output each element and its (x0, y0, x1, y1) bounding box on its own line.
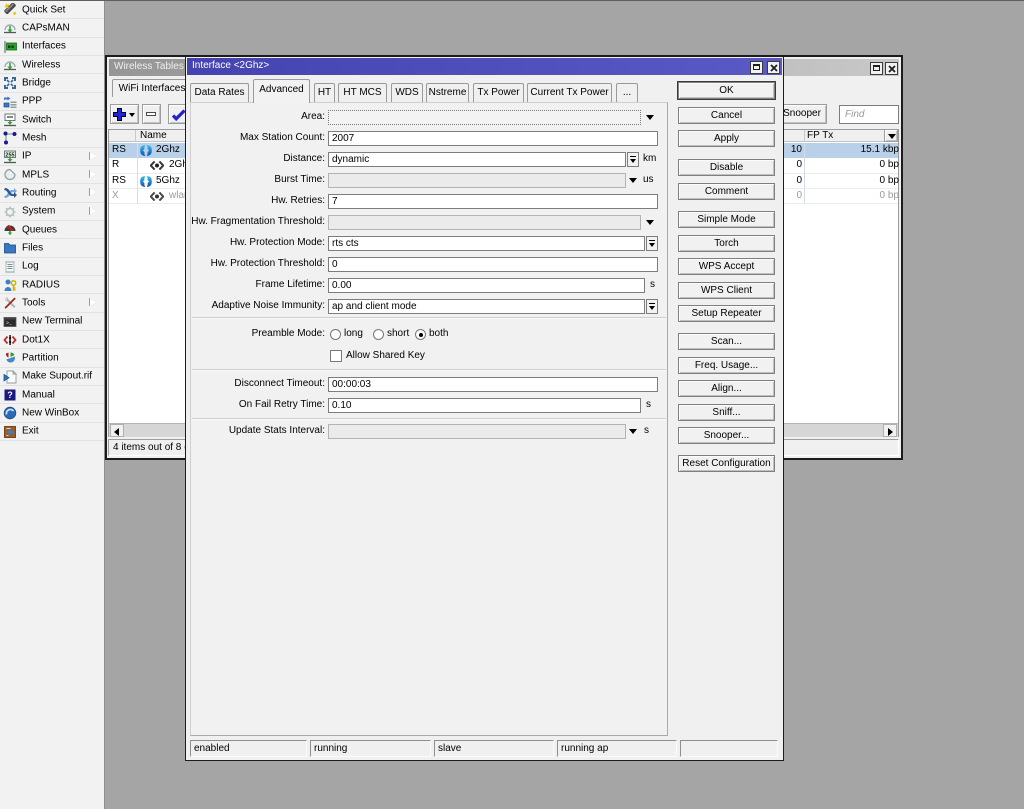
svg-text:?: ? (7, 390, 13, 400)
svg-text:>_: >_ (6, 320, 13, 326)
